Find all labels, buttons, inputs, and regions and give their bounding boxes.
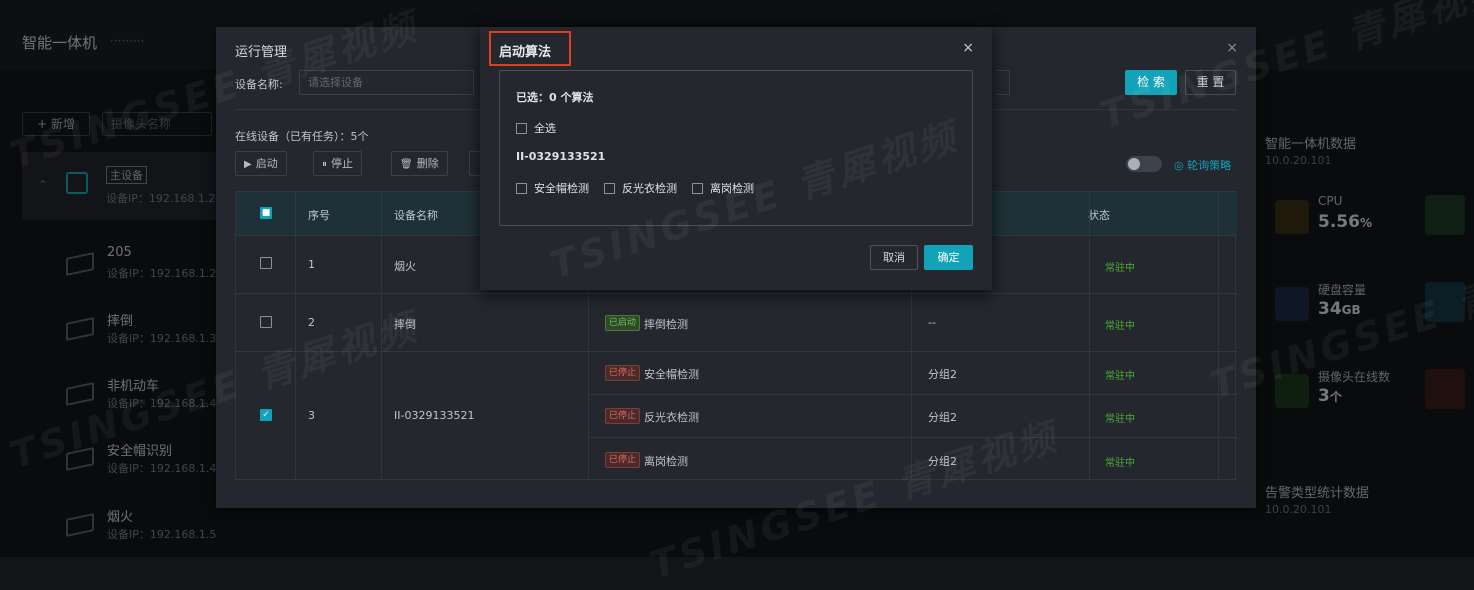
start-button[interactable]: ▶ 启动: [235, 151, 287, 176]
algo-group: 分组2: [928, 411, 957, 424]
row-status: 常驻中: [1105, 414, 1135, 425]
row-index: 3: [308, 409, 315, 422]
trash-icon: 🗑: [400, 159, 413, 170]
cancel-button[interactable]: 取消: [870, 245, 918, 270]
algo-name: 反光衣检测: [644, 411, 699, 424]
row-status: 常驻中: [1105, 263, 1135, 274]
device-group-label: II-0329133521: [516, 150, 606, 163]
select-all-checkbox[interactable]: 全选: [516, 120, 556, 136]
algo-name: 摔倒检测: [644, 318, 688, 331]
algo-state-badge: 已停止: [605, 408, 641, 424]
select-chevron-icon[interactable]: [996, 70, 1010, 95]
stop-button[interactable]: ⏸ 停止: [313, 151, 362, 176]
play-icon: ▶: [244, 159, 252, 170]
polling-strategy-link[interactable]: ◎ 轮询策略: [1174, 157, 1231, 173]
algorithm-option[interactable]: 安全帽检测: [516, 180, 589, 196]
confirm-button[interactable]: 确定: [924, 245, 973, 270]
online-device-count: 在线设备（已有任务）：5个: [235, 130, 369, 143]
algo-group: 分组2: [928, 368, 957, 381]
algo-group: --: [928, 316, 936, 329]
algo-name: 安全帽检测: [644, 368, 699, 381]
select-all-checkbox[interactable]: ■: [260, 207, 272, 219]
row-device-name: 烟火: [394, 260, 416, 273]
checkbox-icon[interactable]: [516, 183, 527, 194]
modal-title: 启动算法: [499, 45, 552, 60]
col-status: 状态: [1088, 209, 1110, 222]
row-device-name: II-0329133521: [394, 409, 475, 422]
checkbox-icon[interactable]: [516, 123, 527, 134]
row-divider: [236, 293, 1237, 294]
col-index: 序号: [308, 209, 330, 222]
row-status: 常驻中: [1105, 458, 1135, 469]
checkbox-icon[interactable]: [604, 183, 615, 194]
algorithm-option[interactable]: 反光衣检测: [604, 180, 677, 196]
pause-icon: ⏸: [322, 159, 327, 170]
col-name: 设备名称: [394, 209, 438, 222]
delete-button[interactable]: 🗑 删除: [391, 151, 448, 176]
algo-state-badge: 已停止: [605, 365, 641, 381]
strategy-toggle[interactable]: [1126, 156, 1162, 172]
row-divider: [588, 437, 1237, 438]
row-status: 常驻中: [1105, 321, 1135, 332]
row-index: 1: [308, 258, 315, 271]
algo-state-badge: 已停止: [605, 452, 641, 468]
algo-name: 离岗检测: [644, 455, 688, 468]
close-icon[interactable]: ×: [962, 40, 974, 56]
row-divider: [588, 394, 1237, 395]
row-checkbox[interactable]: ✓: [260, 409, 272, 421]
row-checkbox[interactable]: [260, 257, 272, 269]
algo-state-badge: 已启动: [605, 315, 641, 331]
row-status: 常驻中: [1105, 371, 1135, 382]
row-checkbox[interactable]: [260, 316, 272, 328]
selected-count: 已选：0 个算法: [516, 91, 594, 104]
